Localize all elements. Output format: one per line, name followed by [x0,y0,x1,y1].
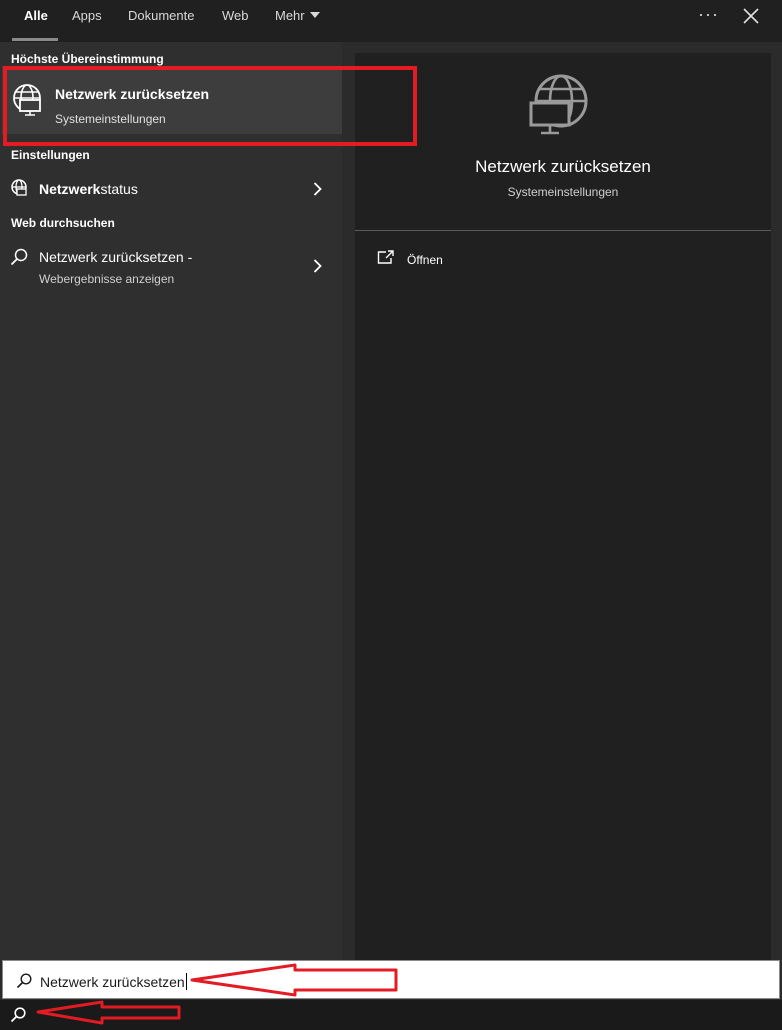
taskbar [0,1000,782,1030]
settings-item-netzwerkstatus[interactable]: Netzwerkstatus [0,174,342,204]
more-options-icon[interactable]: ··· [698,4,719,25]
web-search-label: Netzwerk zurücksetzen - [39,249,193,265]
chevron-right-icon [313,182,322,196]
taskbar-search-icon[interactable] [10,1007,26,1023]
web-search-header: Web durchsuchen [11,216,115,230]
best-match-header: Höchste Übereinstimmung [11,52,164,66]
search-input[interactable]: Netzwerk zurücksetzen [40,973,187,990]
active-tab-indicator [12,38,58,41]
settings-header: Einstellungen [11,148,90,162]
tab-alle[interactable]: Alle [24,8,48,23]
settings-item-label-bold: Netzwerk [39,181,101,197]
chevron-down-icon [309,12,320,18]
search-icon [16,973,32,989]
preview-title: Netzwerk zurücksetzen [475,157,651,176]
divider [355,230,771,231]
settings-item-label: Netzwerkstatus [39,181,138,197]
close-icon[interactable] [743,8,759,24]
network-icon [11,179,27,196]
open-button[interactable]: Öffnen [377,250,577,274]
annotation-highlight-box [3,66,417,146]
preview-panel: Netzwerk zurücksetzen Systemeinstellunge… [355,53,771,960]
web-search-result[interactable]: Netzwerk zurücksetzen - Webergebnisse an… [0,242,342,292]
open-label: Öffnen [407,253,443,267]
search-query-text: Netzwerk zurücksetzen [40,974,185,990]
search-icon [10,248,28,266]
results-panel: Höchste Übereinstimmung Netzwerk zurücks… [0,42,342,960]
tab-dokumente[interactable]: Dokumente [128,8,194,23]
globe-monitor-icon [529,74,588,135]
web-search-sublabel: Webergebnisse anzeigen [39,272,175,286]
text-caret [185,973,187,990]
chevron-right-icon [313,259,322,273]
open-icon [377,250,394,264]
tab-web[interactable]: Web [222,8,249,23]
tab-apps[interactable]: Apps [72,8,102,23]
preview-subtitle: Systemeinstellungen [507,185,619,199]
tab-mehr-label: Mehr [275,8,305,23]
settings-item-label-rest: status [100,181,138,197]
search-box[interactable]: Netzwerk zurücksetzen [2,960,780,999]
search-tab-bar: Alle Apps Dokumente Web Mehr ··· [0,0,782,42]
tab-mehr[interactable]: Mehr [275,8,320,23]
